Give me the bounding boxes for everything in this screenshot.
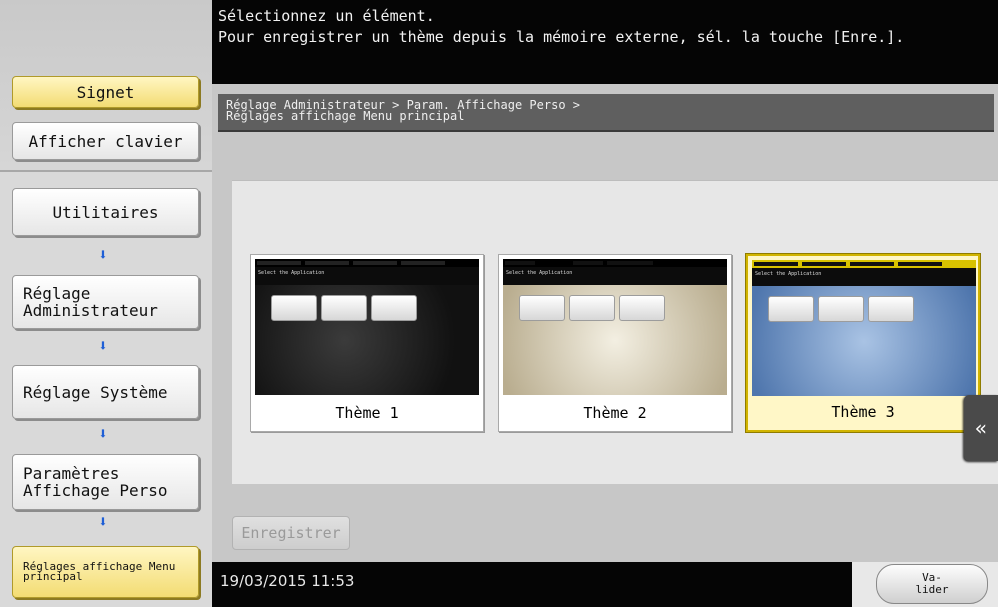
arrow-down-icon: ⬇ <box>98 424 108 443</box>
show-keyboard-button[interactable]: Afficher clavier <box>12 122 199 160</box>
signet-button[interactable]: Signet <box>12 76 199 108</box>
flow-utilitaires-label: Utilitaires <box>52 202 159 222</box>
validate-label: Va- lider <box>915 571 949 596</box>
register-button[interactable]: Enregistrer <box>232 516 350 550</box>
flow-display-perso-label: Paramètres Affichage Perso <box>23 464 168 500</box>
theme-2-preview-title: Select the Application <box>503 267 727 285</box>
status-bar: 19/03/2015 11:53 Va- lider <box>212 562 998 607</box>
arrow-down-icon: ⬇ <box>98 512 108 531</box>
flow-display-perso-button[interactable]: Paramètres Affichage Perso <box>12 454 199 510</box>
theme-3-preview: Select the Application <box>752 260 976 396</box>
theme-1-card[interactable]: Select the Application Thème 1 <box>250 254 484 432</box>
flow-system-label: Réglage Système <box>23 382 168 402</box>
main-panel: Réglage Administrateur > Param. Affichag… <box>212 84 998 562</box>
arrow-down-icon: ⬇ <box>98 336 108 355</box>
theme-1-label: Thème 1 <box>335 404 399 422</box>
theme-1-preview: Select the Application <box>255 259 479 395</box>
signet-label: Signet <box>76 82 135 102</box>
flow-menu-principal-label: Réglages affichage Menu principal <box>23 560 176 583</box>
flow-admin-label: Réglage Administrateur <box>23 284 158 320</box>
breadcrumb-line-2: Réglages affichage Menu principal <box>226 109 465 123</box>
theme-2-preview: Select the Application <box>503 259 727 395</box>
flow-system-button[interactable]: Réglage Système <box>12 365 199 419</box>
left-panel: Signet Afficher clavier Utilitaires ⬇ Ré… <box>0 0 212 607</box>
theme-3-label: Thème 3 <box>831 403 895 421</box>
theme-1-preview-title: Select the Application <box>255 267 479 285</box>
show-keyboard-label: Afficher clavier <box>28 131 183 151</box>
flow-menu-principal-button[interactable]: Réglages affichage Menu principal <box>12 546 199 598</box>
instruction-message: Sélectionnez un élément. Pour enregistre… <box>212 0 998 84</box>
theme-selection-area: Select the Application Thème 1 Select th… <box>232 180 998 484</box>
breadcrumb: Réglage Administrateur > Param. Affichag… <box>218 94 994 132</box>
theme-2-card[interactable]: Select the Application Thème 2 <box>498 254 732 432</box>
theme-3-preview-title: Select the Application <box>752 268 976 286</box>
flow-utilitaires-button[interactable]: Utilitaires <box>12 188 199 236</box>
flow-admin-button[interactable]: Réglage Administrateur <box>12 275 199 329</box>
theme-3-card[interactable]: Select the Application Thème 3 <box>746 254 980 432</box>
validate-button[interactable]: Va- lider <box>876 564 988 604</box>
date-time: 19/03/2015 11:53 <box>220 572 355 590</box>
arrow-down-icon: ⬇ <box>98 245 108 264</box>
instruction-line-1: Sélectionnez un élément. <box>218 7 435 25</box>
theme-2-label: Thème 2 <box>583 404 647 422</box>
instruction-line-2: Pour enregistrer un thème depuis la mémo… <box>218 28 905 46</box>
collapse-panel-icon[interactable]: « <box>964 395 998 461</box>
